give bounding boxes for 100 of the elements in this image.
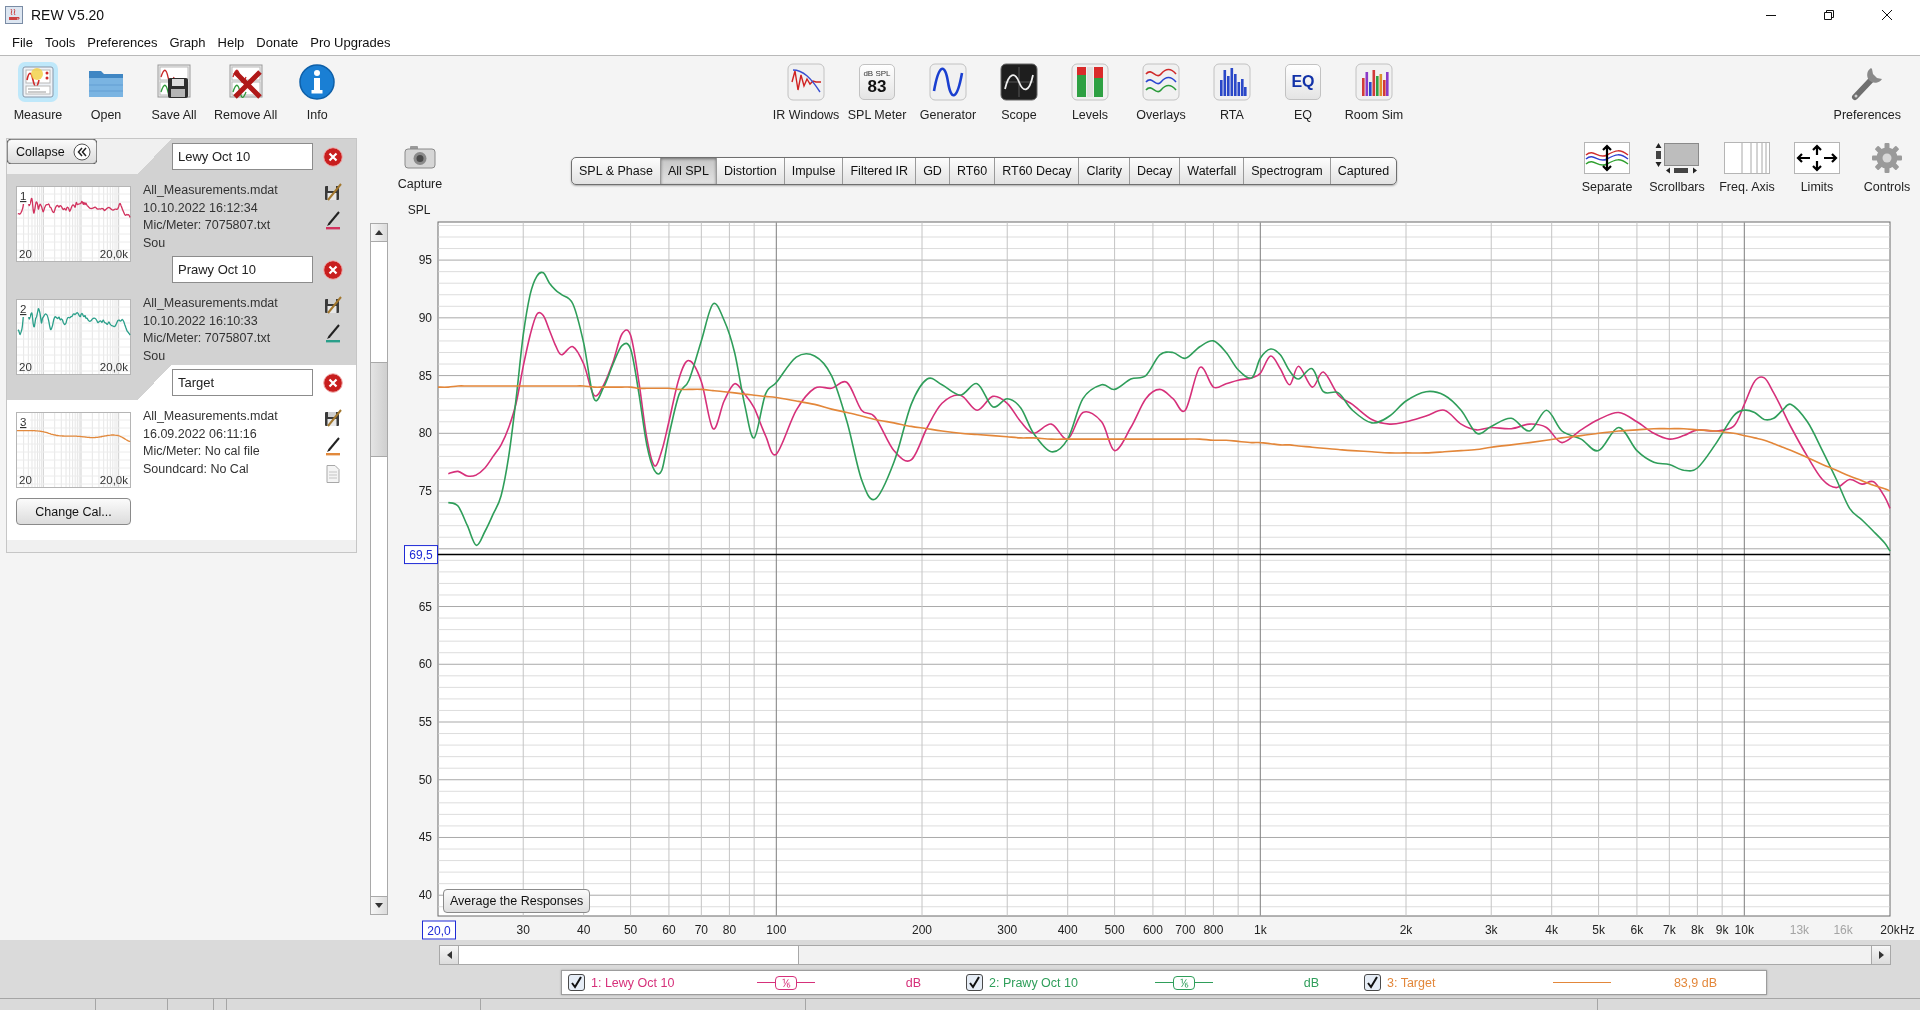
right-arrow-icon [1878, 951, 1884, 959]
menu-item[interactable]: Graph [163, 35, 212, 50]
x-tick-label: 2k [1399, 923, 1413, 937]
collapse-button[interactable]: Collapse [7, 139, 97, 164]
down-arrow-icon [375, 903, 383, 908]
mic-calibration: Mic/Meter: 7075807.txt [143, 217, 272, 234]
ref-line-label: 69,5 [409, 548, 433, 563]
graph-tab[interactable]: Clarity [1079, 158, 1130, 184]
smoothing-badge[interactable]: ⅙ [1173, 975, 1195, 990]
measurement-date: 16.09.2022 06:11:16 [143, 425, 258, 443]
legend-label: 2: Prawy Oct 10 [989, 975, 1079, 990]
x-tick-label: 400 [1057, 923, 1078, 937]
overlay-curves-icon [1141, 62, 1181, 102]
file-name: All_Measurements.mdat [143, 295, 278, 312]
graph-tab[interactable]: GD [916, 158, 950, 184]
graph-tab[interactable]: RT60 Decay [995, 158, 1080, 184]
graph-tab[interactable]: Distortion [716, 158, 785, 184]
log-axis-icon [1724, 142, 1770, 174]
toolbar-button[interactable]: Generator [914, 56, 982, 123]
soundcard-calibration: Sou [143, 234, 167, 252]
change-cal-button[interactable]: Change Cal... [16, 498, 131, 525]
file-name: All_Measurements.mdat [143, 408, 278, 425]
x-axis-unit: Hz [1899, 923, 1915, 937]
soundcard-calibration: Sou [143, 347, 167, 365]
toolbar-button[interactable]: Open [78, 56, 134, 123]
toolbar-button[interactable]: Scope [985, 56, 1053, 123]
x-tick-label: 100 [766, 923, 787, 937]
start-frequency-label: 20,0 [422, 920, 456, 940]
name-field[interactable]: Prawy Oct 10 [172, 256, 313, 283]
graph-tab[interactable]: Captured [1330, 158, 1397, 184]
vertical-scrollbar[interactable] [370, 223, 388, 915]
scroll-right-button[interactable] [1871, 946, 1890, 964]
graph-tool-button[interactable]: Limits [1789, 140, 1845, 195]
toolbar-button[interactable]: RTA [1198, 56, 1266, 123]
graph-tool-button[interactable]: Separate [1579, 140, 1635, 195]
floppy-pen-icon [323, 295, 343, 315]
scrollbars-icon [1654, 142, 1700, 174]
graph-tab[interactable]: Impulse [784, 158, 844, 184]
horizontal-scrollbar[interactable] [439, 945, 1891, 965]
toolbar-button[interactable]: Room Sim [1340, 56, 1408, 123]
toolbar-button[interactable]: Levels [1056, 56, 1124, 123]
scroll-left-button[interactable] [440, 946, 459, 964]
x-tick-label: 20k [1880, 923, 1900, 937]
menu-item[interactable]: Preferences [81, 35, 164, 50]
y-tick-label: 65 [418, 599, 432, 614]
spectrum-bars-icon [1212, 62, 1252, 102]
scrollbar-thumb[interactable] [371, 362, 387, 457]
graph-tab[interactable]: SPL & Phase [572, 158, 661, 184]
graph-tab[interactable]: Waterfall [1180, 158, 1245, 184]
name-field[interactable]: Lewy Oct 10 [172, 143, 313, 170]
legend-checkbox[interactable] [1364, 974, 1381, 991]
x-tick-label: 600 [1142, 923, 1163, 937]
x-tick-label: 3k [1484, 923, 1498, 937]
x-tick-label: 5k [1592, 923, 1605, 937]
menu-item[interactable]: Pro Upgrades [304, 35, 397, 50]
name-field[interactable]: Target [172, 369, 313, 396]
graph-tab[interactable]: RT60 [949, 158, 996, 184]
average-button[interactable]: Average the Responses [443, 889, 591, 913]
legend-reading: dB [905, 975, 921, 990]
toolbar-button[interactable]: IR Windows [772, 56, 840, 123]
file-name: All_Measurements.mdat [143, 182, 278, 199]
graph-tab[interactable]: Decay [1129, 158, 1181, 184]
legend-checkbox[interactable] [966, 974, 983, 991]
scrollbar-thumb[interactable] [459, 946, 799, 964]
toolbar-button[interactable]: Info [289, 56, 346, 123]
legend-label: 3: Target [1387, 975, 1437, 990]
capture-button[interactable]: Capture [395, 130, 445, 192]
toolbar-button[interactable]: Overlays [1127, 56, 1195, 123]
graph-tool-button[interactable]: Scrollbars [1649, 140, 1705, 195]
four-arrows-icon [1794, 142, 1840, 174]
legend-checkbox[interactable] [568, 974, 585, 991]
measurement-date: 10.10.2022 16:12:34 [143, 199, 259, 217]
smoothing-badge[interactable]: ⅙ [775, 975, 797, 990]
graph-tab[interactable]: Filtered IR [843, 158, 917, 184]
axis-start-label: 20 [19, 248, 32, 260]
oscilloscope-icon [999, 62, 1039, 102]
graph-tool-button[interactable]: Controls [1859, 140, 1915, 195]
graph-tab[interactable]: Spectrogram [1244, 158, 1331, 184]
x-tick-label: 8k [1691, 923, 1704, 937]
menu-item[interactable]: File [6, 35, 39, 50]
graph-tab[interactable]: All SPL [660, 158, 717, 184]
toolbar-button[interactable]: dB SPL 83 SPL Meter [843, 56, 911, 123]
scroll-up-button[interactable] [371, 224, 387, 242]
graph-tool-button[interactable]: Freq. Axis [1719, 140, 1775, 195]
toolbar-button[interactable]: Preferences [1833, 56, 1901, 123]
measurement-number: 1 [20, 190, 27, 202]
menu-item[interactable]: Donate [250, 35, 305, 50]
y-tick-label: 90 [418, 310, 432, 325]
toolbar-button[interactable]: EQ EQ [1269, 56, 1337, 123]
menu-item[interactable]: Tools [38, 35, 82, 50]
menu-item[interactable]: Help [211, 35, 251, 50]
scroll-down-button[interactable] [371, 896, 387, 914]
toolbar-button[interactable]: Save All [146, 56, 202, 123]
x-tick-label: 13k [1789, 923, 1810, 937]
y-tick-label: 95 [418, 253, 432, 268]
y-tick-label: 75 [418, 484, 432, 499]
toolbar-button[interactable]: Measure [10, 56, 66, 123]
toolbar-button[interactable]: Remove All [214, 56, 278, 123]
x-tick-label: 40 [577, 923, 591, 937]
sine-wave-icon [928, 62, 968, 102]
